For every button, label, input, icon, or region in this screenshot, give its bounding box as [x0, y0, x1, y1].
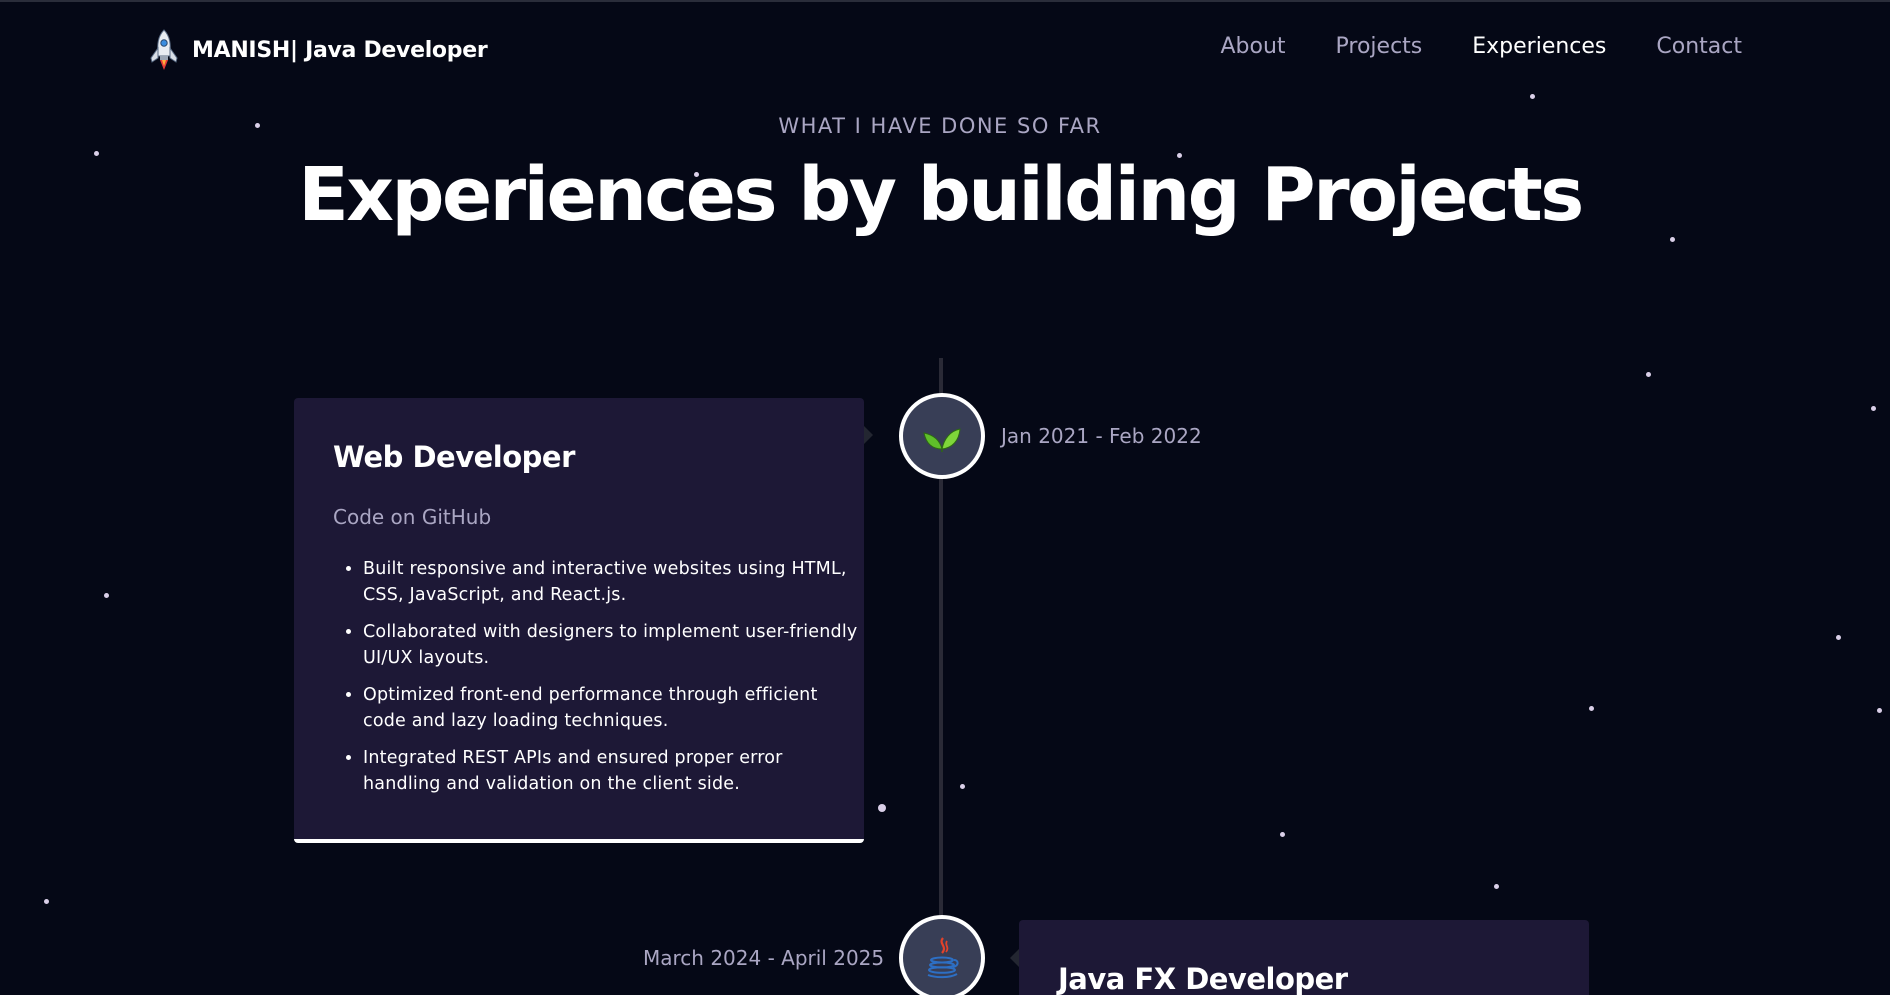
experience-point: Built responsive and interactive website… [363, 556, 863, 608]
timeline-icon-java-fx-developer [899, 915, 985, 995]
section-title: Experiences by building Projects [298, 152, 1584, 238]
star [1494, 884, 1499, 889]
experience-card-java-fx-developer: Java FX Developer [1010, 920, 1589, 995]
experience-title: Java FX Developer [1058, 962, 1348, 995]
rocket-icon [150, 29, 178, 70]
nav-link-about[interactable]: About [1220, 34, 1285, 59]
card-arrow [864, 426, 873, 444]
star [1280, 832, 1285, 837]
star [1836, 635, 1841, 640]
navbar: MANISH| Java Developer About Projects Ex… [0, 0, 1890, 100]
card-arrow [1010, 949, 1019, 967]
star [104, 593, 109, 598]
star [1877, 708, 1882, 713]
star [960, 784, 965, 789]
star [1871, 406, 1876, 411]
java-coffee-icon [927, 937, 959, 979]
experience-date: Jan 2021 - Feb 2022 [1001, 424, 1202, 448]
timeline-icon-web-developer [899, 393, 985, 479]
experience-point: Collaborated with designers to implement… [363, 619, 863, 671]
brand-logo-link[interactable]: MANISH| Java Developer [144, 28, 488, 72]
leaf-icon [923, 428, 961, 452]
experience-points: Built responsive and interactive website… [333, 556, 863, 808]
nav-link-projects[interactable]: Projects [1336, 34, 1423, 59]
star [44, 899, 49, 904]
experience-point: Optimized front-end performance through … [363, 682, 863, 734]
experience-point: Integrated REST APIs and ensured proper … [363, 745, 863, 797]
section-subtitle: WHAT I HAVE DONE SO FAR [778, 114, 1102, 138]
brand-name: MANISH| Java Developer [192, 37, 488, 63]
experience-date: March 2024 - April 2025 [643, 946, 885, 970]
star [878, 804, 886, 812]
experience-title: Web Developer [333, 440, 575, 474]
star [1646, 372, 1651, 377]
github-link[interactable]: Code on GitHub [333, 505, 491, 529]
star [1589, 706, 1594, 711]
experience-card-web-developer: Web Developer Code on GitHub Built respo… [294, 398, 873, 843]
nav-links: About Projects Experiences Contact [1220, 34, 1742, 59]
nav-link-experiences[interactable]: Experiences [1472, 34, 1606, 59]
nav-link-contact[interactable]: Contact [1656, 34, 1742, 59]
